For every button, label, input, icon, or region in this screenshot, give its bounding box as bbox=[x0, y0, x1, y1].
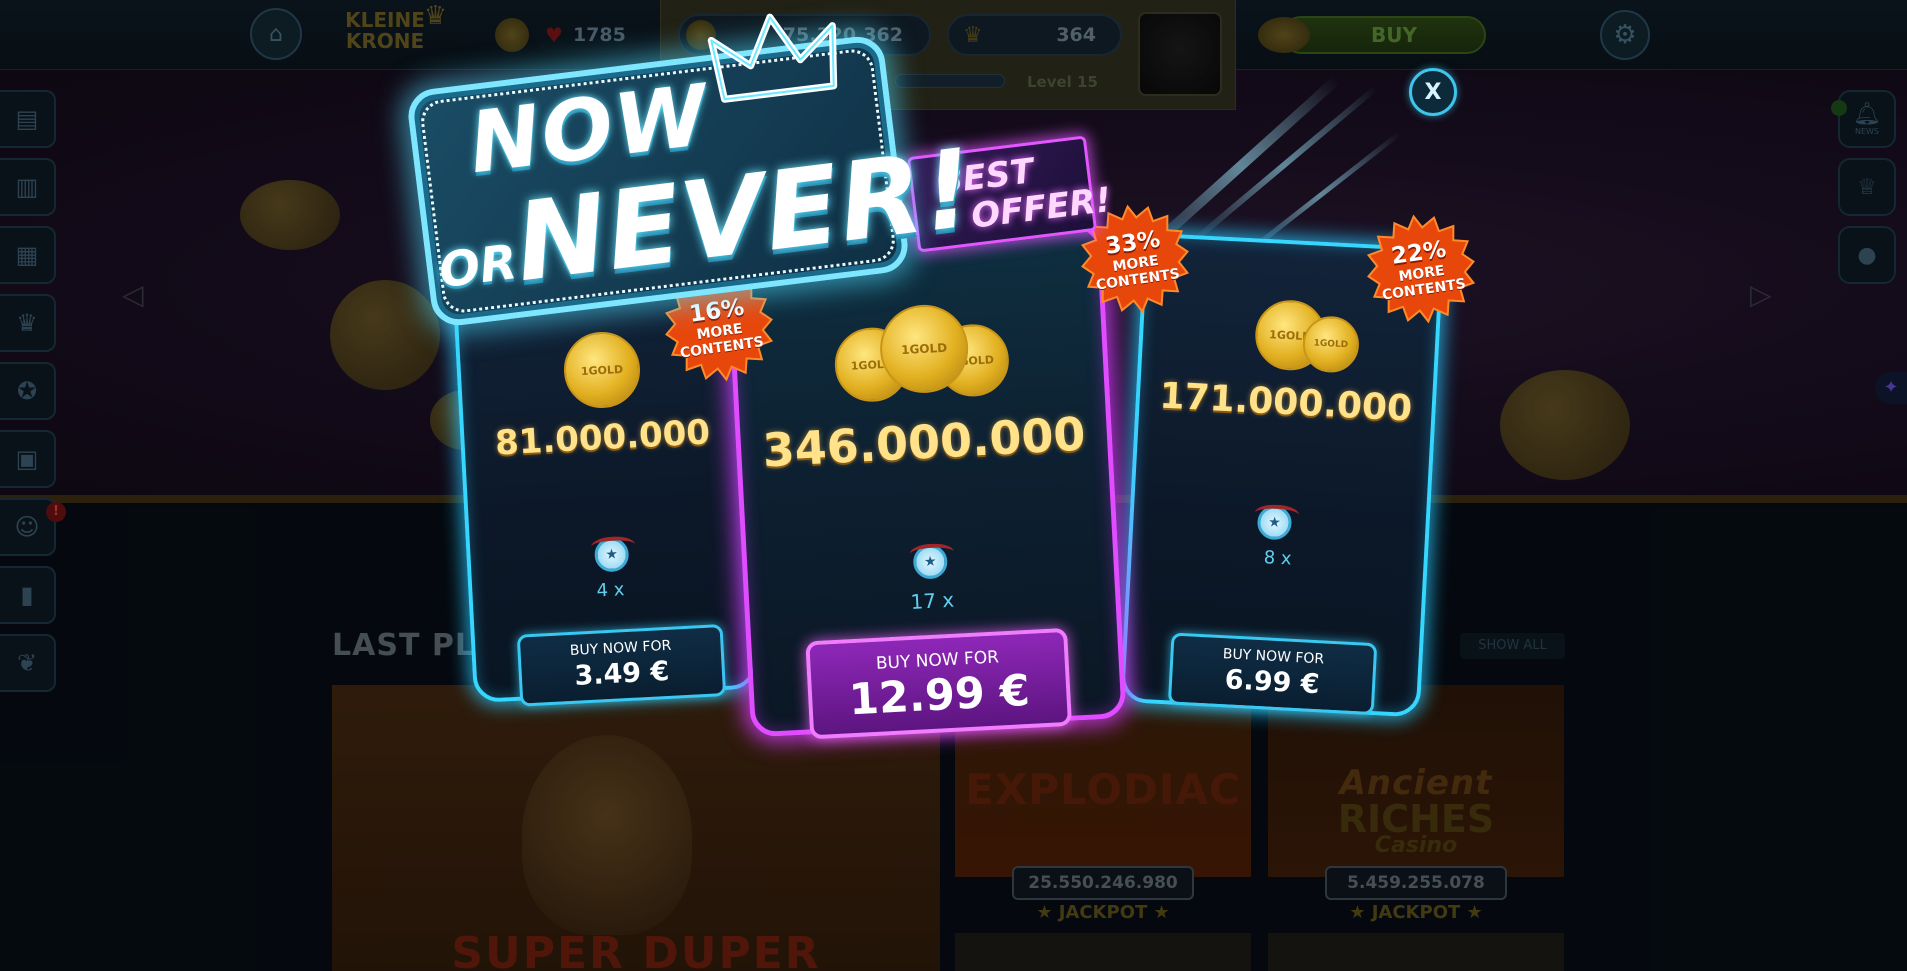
gold-coin-icon: 1GOLD bbox=[562, 330, 642, 410]
medal-icon: ★ bbox=[1256, 504, 1293, 541]
close-button[interactable]: X bbox=[1409, 68, 1457, 116]
buy-package-1-button[interactable]: BUY NOW FOR 3.49 € bbox=[516, 624, 727, 707]
bonus-burst-22: 22% MORE CONTENTS bbox=[1359, 207, 1483, 331]
crown-icon bbox=[707, 13, 838, 103]
coin-amount: 171.000.000 bbox=[1158, 375, 1414, 430]
medal-count: 17 x bbox=[909, 587, 955, 614]
coin-amount: 81.000.000 bbox=[494, 412, 711, 464]
close-icon: X bbox=[1424, 79, 1442, 105]
medal-count: 4 x bbox=[596, 579, 625, 602]
offer-card-2[interactable]: 1GOLD 1GOLD 1GOLD 346.000.000 ★ 17 x BUY… bbox=[725, 222, 1127, 740]
coin-amount: 346.000.000 bbox=[761, 406, 1087, 478]
headline-or: OR bbox=[435, 234, 520, 300]
medal-icon: ★ bbox=[593, 536, 630, 573]
medal-icon: ★ bbox=[912, 544, 949, 580]
gold-coin-icon: 1GOLD bbox=[1301, 314, 1361, 374]
medal-count: 8 x bbox=[1263, 547, 1293, 570]
game-lobby-screen: ◁ ▷ ⌂ KLEINE KRONE ♛ ♥ 1785 75.320.362 ♛… bbox=[0, 0, 1907, 971]
buy-package-3-button[interactable]: BUY NOW FOR 6.99 € bbox=[1167, 632, 1378, 716]
buy-package-2-button[interactable]: BUY NOW FOR 12.99 € bbox=[805, 627, 1073, 740]
